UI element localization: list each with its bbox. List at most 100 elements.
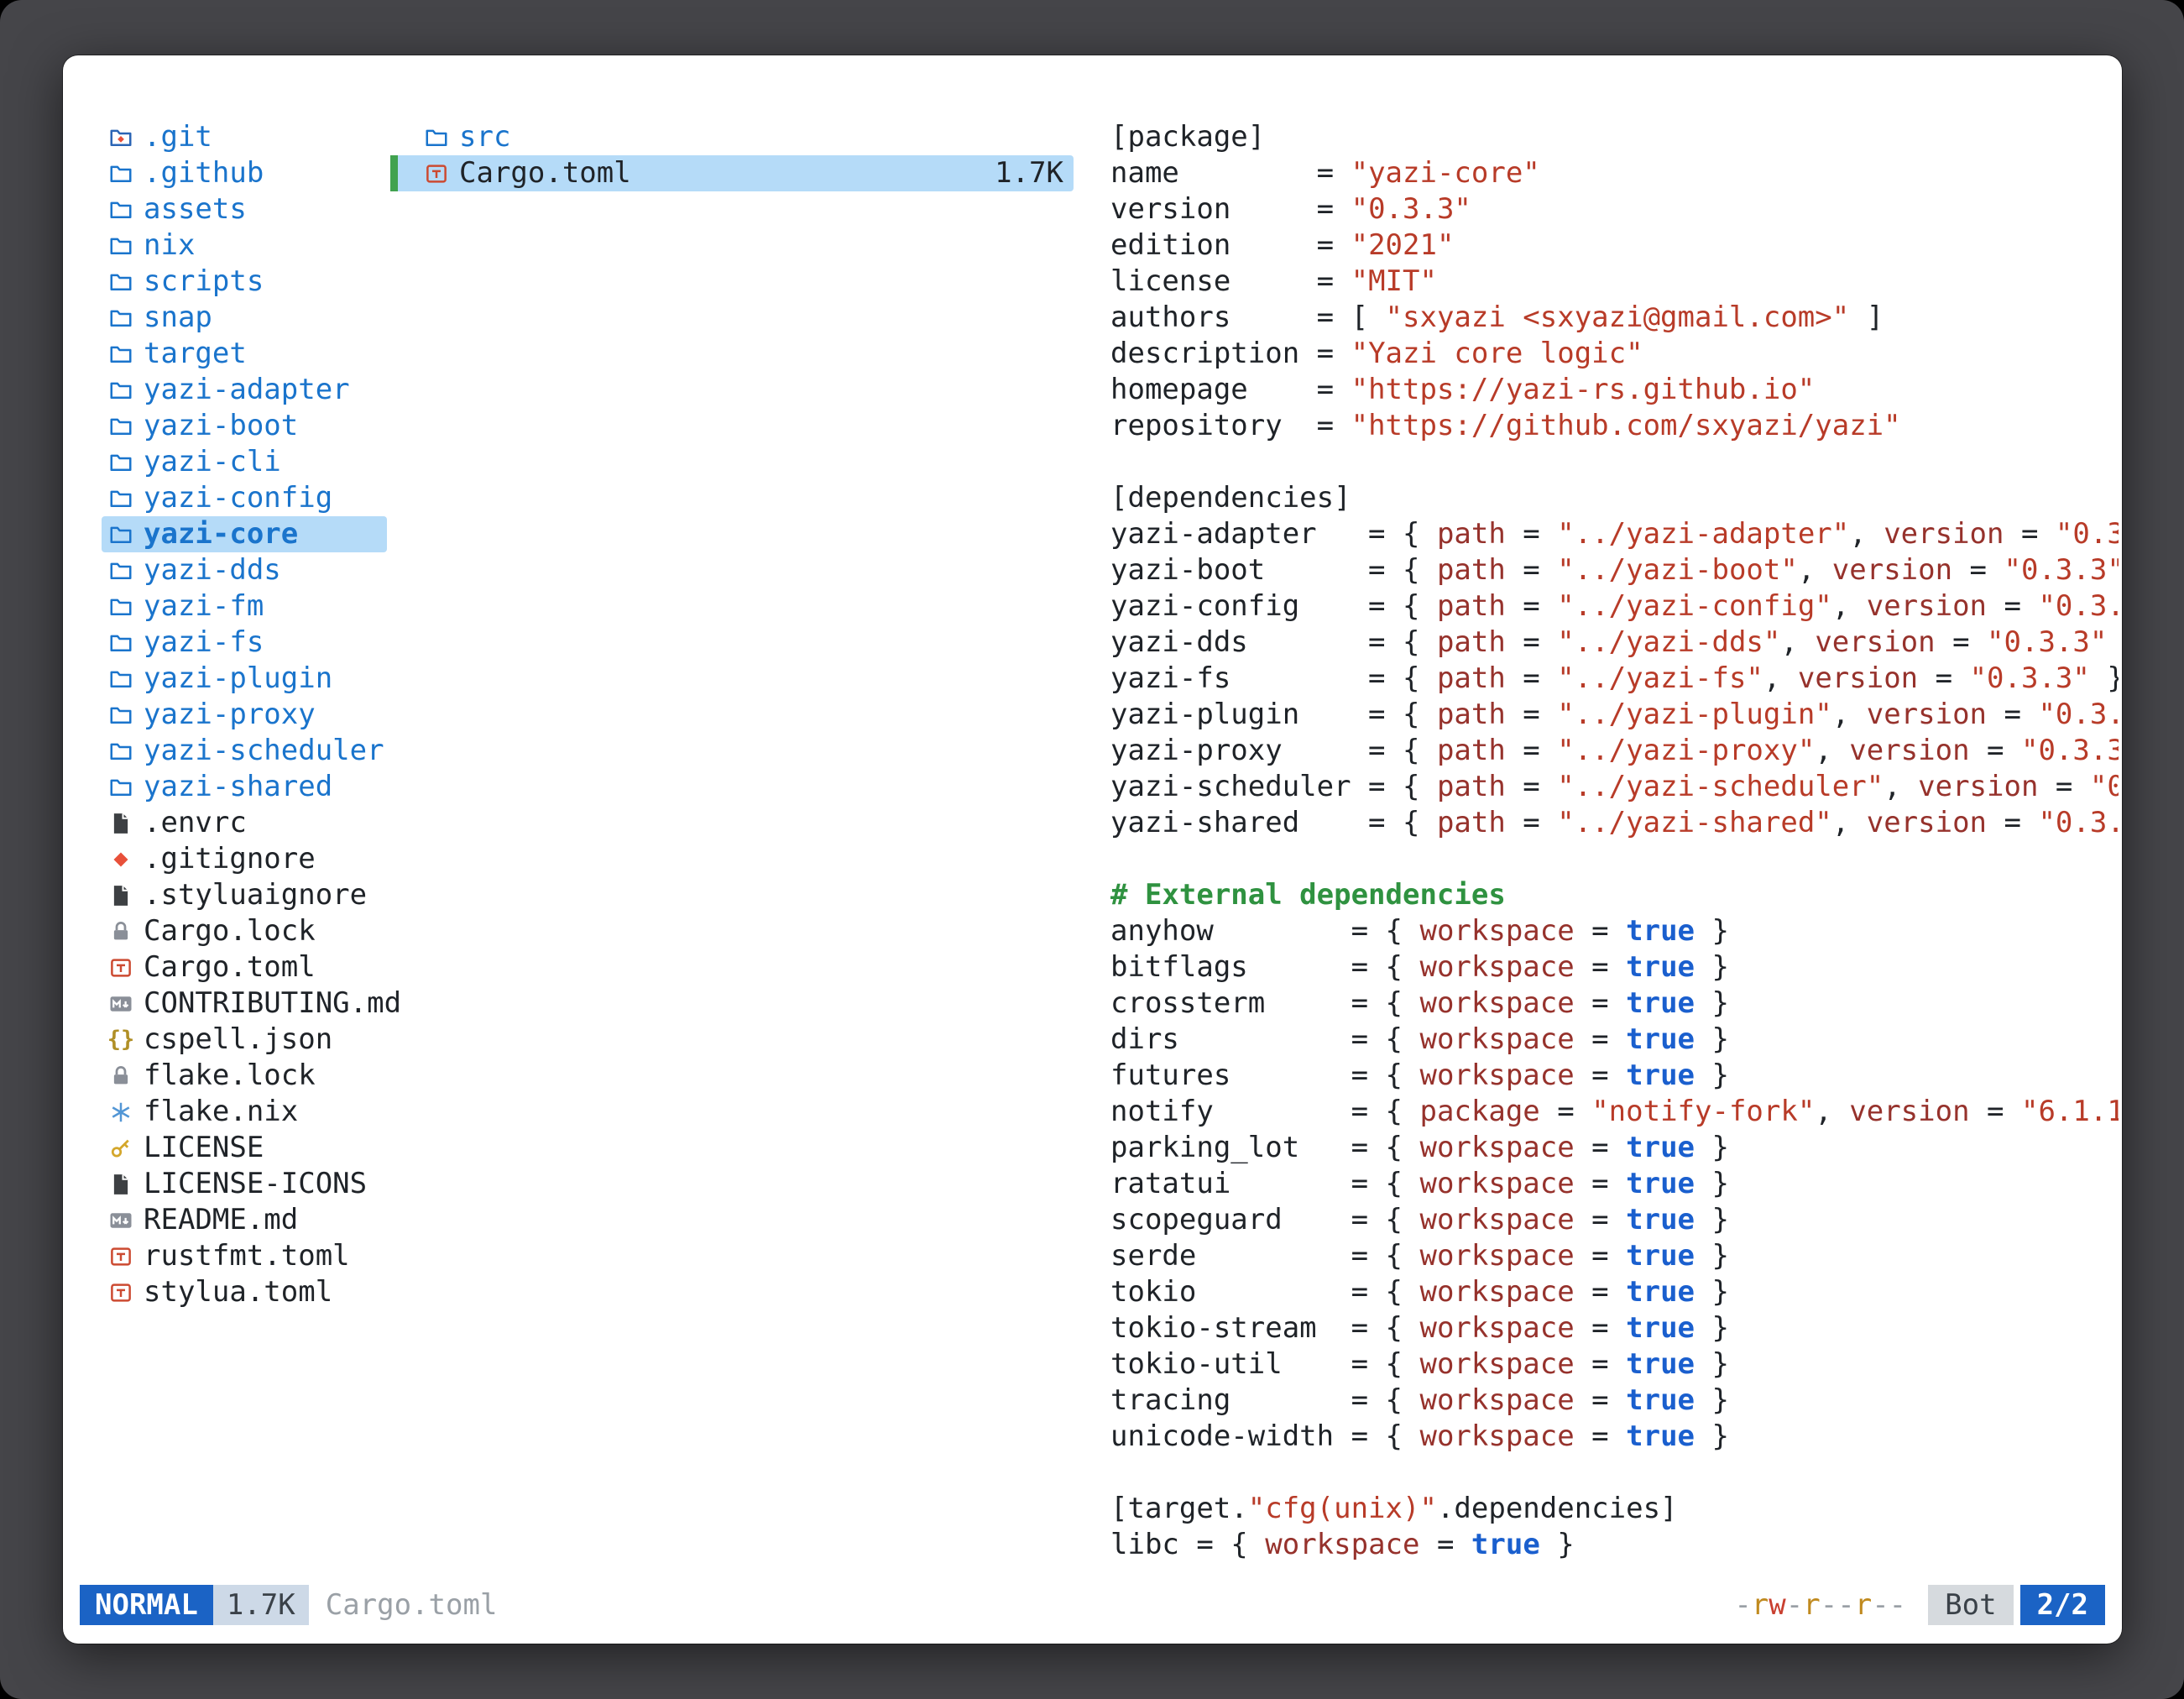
toml-icon (107, 954, 135, 982)
folder-icon (107, 520, 135, 549)
preview-line: notify = { package = "notify-fork", vers… (1110, 1094, 2119, 1130)
dir-row-snap[interactable]: snap (102, 300, 387, 336)
preview-line: tokio = { workspace = true } (1110, 1274, 2119, 1310)
folder-icon (422, 123, 451, 152)
preview-line: # External dependencies (1110, 877, 2119, 913)
file-row-flake.nix[interactable]: flake.nix (102, 1094, 387, 1130)
folder-icon (107, 159, 135, 188)
entry-label: yazi-cli (144, 444, 281, 480)
entry-label: flake.nix (144, 1094, 298, 1130)
dir-row-yazi-dds[interactable]: yazi-dds (102, 552, 387, 588)
dir-row-yazi-plugin[interactable]: yazi-plugin (102, 661, 387, 697)
file-row-.styluaignore[interactable]: .styluaignore (102, 877, 387, 913)
folder-icon (107, 665, 135, 693)
entry-label: Cargo.lock (144, 913, 316, 949)
dir-row-yazi-fm[interactable]: yazi-fm (102, 588, 387, 625)
entry-label: yazi-scheduler (144, 733, 384, 769)
file-row-flake.lock[interactable]: flake.lock (102, 1058, 387, 1094)
license-icon (107, 1134, 135, 1163)
folder-icon (107, 484, 135, 513)
dir-row-yazi-fs[interactable]: yazi-fs (102, 625, 387, 661)
preview-line: tracing = { workspace = true } (1110, 1383, 2119, 1419)
preview-line: version = "0.3.3" (1110, 191, 2119, 227)
dir-row-target[interactable]: target (102, 336, 387, 372)
entry-label: .envrc (144, 805, 247, 841)
entry-label: yazi-fs (144, 625, 264, 661)
folder-icon (107, 773, 135, 802)
preview-line: edition = "2021" (1110, 227, 2119, 264)
entry-label: yazi-core (144, 516, 298, 552)
file-row-README.md[interactable]: README.md (102, 1202, 387, 1238)
dir-row-src[interactable]: src (390, 119, 1074, 155)
file-size-badge: 1.7K (213, 1585, 309, 1625)
dir-row-yazi-scheduler[interactable]: yazi-scheduler (102, 733, 387, 769)
folder-icon (107, 737, 135, 766)
entry-label: target (144, 336, 247, 372)
mode-badge: NORMAL (80, 1585, 213, 1625)
folder-icon (107, 196, 135, 224)
current-file-name: Cargo.toml (326, 1585, 498, 1625)
lock-icon (107, 1062, 135, 1090)
entry-size: 1.7K (995, 155, 1063, 191)
entry-label: src (459, 119, 510, 155)
dir-row-yazi-core[interactable]: yazi-core (102, 516, 387, 552)
entry-label: yazi-dds (144, 552, 281, 588)
file-row-CONTRIBUTING.md[interactable]: CONTRIBUTING.md (102, 985, 387, 1022)
preview-line: libc = { workspace = true } (1110, 1527, 2119, 1563)
file-row-stylua.toml[interactable]: stylua.toml (102, 1274, 387, 1310)
entry-label: yazi-plugin (144, 661, 332, 697)
entry-label: CONTRIBUTING.md (144, 985, 401, 1022)
dir-row-assets[interactable]: assets (102, 191, 387, 227)
dir-row-yazi-config[interactable]: yazi-config (102, 480, 387, 516)
dir-row-scripts[interactable]: scripts (102, 264, 387, 300)
preview-line: name = "yazi-core" (1110, 155, 2119, 191)
toml-icon (107, 1278, 135, 1307)
dir-row-yazi-adapter[interactable]: yazi-adapter (102, 372, 387, 408)
file-row-cspell.json[interactable]: {}cspell.json (102, 1022, 387, 1058)
file-row-Cargo.toml[interactable]: Cargo.toml1.7K (390, 155, 1074, 191)
preview-line: yazi-config = { path = "../yazi-config",… (1110, 588, 2119, 625)
preview-line (1110, 841, 2119, 877)
status-bar-left: NORMAL 1.7K Cargo.toml (80, 1585, 497, 1625)
preview-pane: [package]name = "yazi-core"version = "0.… (1110, 119, 2119, 1563)
entry-label: cspell.json (144, 1022, 332, 1058)
entry-label: LICENSE (144, 1130, 264, 1166)
preview-line: tokio-util = { workspace = true } (1110, 1346, 2119, 1383)
folder-icon (107, 376, 135, 405)
file-icon (107, 809, 135, 838)
file-row-Cargo.toml[interactable]: Cargo.toml (102, 949, 387, 985)
nix-icon (107, 1098, 135, 1127)
dir-row-.git[interactable]: .git (102, 119, 387, 155)
toml-icon (107, 1242, 135, 1271)
preview-line: [target."cfg(unix)".dependencies] (1110, 1491, 2119, 1527)
file-row-.envrc[interactable]: .envrc (102, 805, 387, 841)
folder-icon (107, 268, 135, 296)
preview-line: yazi-scheduler = { path = "../yazi-sched… (1110, 769, 2119, 805)
file-row-rustfmt.toml[interactable]: rustfmt.toml (102, 1238, 387, 1274)
preview-line: authors = [ "sxyazi <sxyazi@gmail.com>" … (1110, 300, 2119, 336)
preview-line: unicode-width = { workspace = true } (1110, 1419, 2119, 1455)
dir-row-yazi-shared[interactable]: yazi-shared (102, 769, 387, 805)
preview-line: futures = { workspace = true } (1110, 1058, 2119, 1094)
entry-label: .gitignore (144, 841, 316, 877)
file-row-LICENSE-ICONS[interactable]: LICENSE-ICONS (102, 1166, 387, 1202)
entry-label: .git (144, 119, 212, 155)
dir-row-yazi-proxy[interactable]: yazi-proxy (102, 697, 387, 733)
dir-row-.github[interactable]: .github (102, 155, 387, 191)
lock-icon (107, 917, 135, 946)
dir-row-yazi-cli[interactable]: yazi-cli (102, 444, 387, 480)
file-row-.gitignore[interactable]: .gitignore (102, 841, 387, 877)
yazi-window: .git.githubassetsnixscriptssnaptargetyaz… (63, 55, 2122, 1644)
folder-icon (107, 232, 135, 260)
dir-row-yazi-boot[interactable]: yazi-boot (102, 408, 387, 444)
file-row-LICENSE[interactable]: LICENSE (102, 1130, 387, 1166)
git-icon (107, 845, 135, 874)
entry-label: snap (144, 300, 212, 336)
file-row-Cargo.lock[interactable]: Cargo.lock (102, 913, 387, 949)
dir-row-nix[interactable]: nix (102, 227, 387, 264)
markdown-icon (107, 990, 135, 1018)
entry-label: assets (144, 191, 247, 227)
preview-line: bitflags = { workspace = true } (1110, 949, 2119, 985)
folder-icon (107, 593, 135, 621)
preview-line: parking_lot = { workspace = true } (1110, 1130, 2119, 1166)
